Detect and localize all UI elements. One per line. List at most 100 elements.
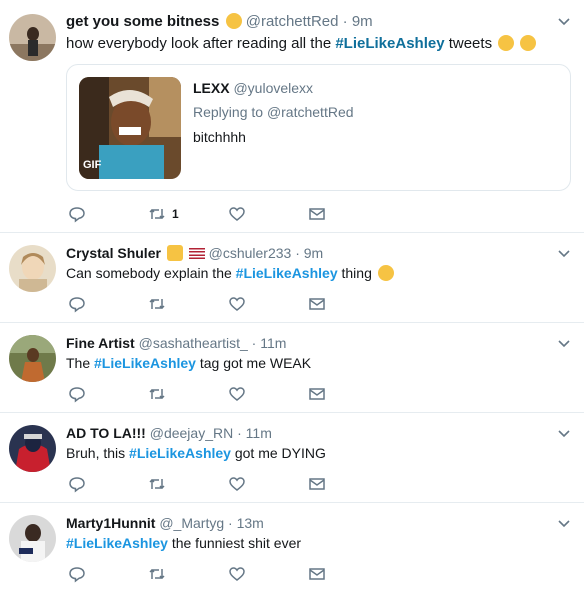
envelope-icon xyxy=(309,298,325,310)
reply-button[interactable] xyxy=(68,385,86,403)
separator-dot: · xyxy=(342,13,348,30)
user-handle[interactable]: @_Martyg xyxy=(159,515,224,531)
retweet-icon xyxy=(149,568,165,580)
direct-message-button[interactable] xyxy=(308,205,326,223)
avatar[interactable] xyxy=(9,14,56,61)
user-handle[interactable]: @cshuler233 xyxy=(209,245,292,261)
retweet-button[interactable]: 1 xyxy=(148,205,179,223)
tweet[interactable]: Fine Artist @sashatheartist_ · 11m The #… xyxy=(0,323,584,413)
avatar[interactable] xyxy=(9,335,56,382)
display-name[interactable]: Marty1Hunnit xyxy=(66,515,155,531)
tweet[interactable]: Crystal Shuler @cshuler233 · 9m Can some… xyxy=(0,233,584,323)
quoted-tweet-header: LEXX @yulovelexx xyxy=(193,80,313,96)
envelope-icon xyxy=(309,478,325,490)
like-button[interactable] xyxy=(228,385,246,403)
quoted-tweet[interactable]: GIF LEXX @yulovelexx Replying to @ratche… xyxy=(66,64,571,191)
tweet[interactable]: get you some bitness @ratchettRed · 9m h… xyxy=(0,0,584,233)
tweet[interactable]: AD TO LA!!! @deejay_RN · 11m Bruh, this … xyxy=(0,413,584,503)
tweet-text-part: Bruh, this xyxy=(66,445,130,461)
tweet-text-part: how everybody look after reading all the xyxy=(66,35,336,52)
retweet-icon xyxy=(149,478,165,490)
tweet-text-part: the funniest shit ever xyxy=(167,535,302,551)
chevron-down-icon[interactable] xyxy=(558,250,570,262)
display-name[interactable]: Crystal Shuler xyxy=(66,245,161,261)
timestamp[interactable]: 9m xyxy=(352,13,373,30)
timestamp[interactable]: 13m xyxy=(237,515,264,531)
user-handle[interactable]: @sashatheartist_ xyxy=(139,335,248,351)
reply-icon xyxy=(69,297,85,313)
hashtag-link[interactable]: #LieLikeAshley xyxy=(236,265,338,281)
retweet-button[interactable] xyxy=(148,385,166,403)
reply-icon xyxy=(69,207,85,223)
gif-thumbnail[interactable]: GIF xyxy=(79,77,181,179)
hashtag-link[interactable]: #LieLikeAshley xyxy=(66,535,168,551)
tweet-text: Can somebody explain the #LieLikeAshley … xyxy=(66,265,394,281)
user-handle[interactable]: @deejay_RN xyxy=(150,425,233,441)
chevron-down-icon[interactable] xyxy=(558,430,570,442)
display-name[interactable]: Fine Artist xyxy=(66,335,135,351)
tweet-text-part: tag got me WEAK xyxy=(195,355,312,371)
crying-face-emoji-icon xyxy=(498,35,515,51)
like-button[interactable] xyxy=(228,205,246,223)
hashtag-link[interactable]: #LieLikeAshley xyxy=(129,445,231,461)
avatar[interactable] xyxy=(9,515,56,562)
reply-button[interactable] xyxy=(68,295,86,313)
envelope-icon xyxy=(309,568,325,580)
timestamp[interactable]: 9m xyxy=(304,245,323,261)
reply-button[interactable] xyxy=(68,475,86,493)
retweet-button[interactable] xyxy=(148,475,166,493)
timestamp[interactable]: 11m xyxy=(260,335,286,351)
envelope-icon xyxy=(309,208,325,220)
heart-icon xyxy=(229,387,245,401)
retweet-button[interactable] xyxy=(148,295,166,313)
chevron-down-icon[interactable] xyxy=(558,340,570,352)
tweet-header: Crystal Shuler @cshuler233 · 9m xyxy=(66,245,323,261)
direct-message-button[interactable] xyxy=(308,565,326,583)
gif-badge: GIF xyxy=(83,159,102,171)
display-name[interactable]: get you some bitness xyxy=(66,13,219,30)
direct-message-button[interactable] xyxy=(308,385,326,403)
direct-message-button[interactable] xyxy=(308,295,326,313)
like-button[interactable] xyxy=(228,295,246,313)
reply-button[interactable] xyxy=(68,565,86,583)
chevron-down-icon[interactable] xyxy=(558,520,570,532)
relieved-face-emoji-icon xyxy=(225,13,242,29)
us-flag-icon xyxy=(188,248,205,259)
tweet-text-part: Can somebody explain the xyxy=(66,265,236,281)
tweet-header: Fine Artist @sashatheartist_ · 11m xyxy=(66,335,286,351)
retweet-button[interactable] xyxy=(148,565,166,583)
tweet-actions: 1 xyxy=(68,205,368,223)
tears-of-joy-emoji-icon xyxy=(520,35,537,51)
hashtag-link[interactable]: #LieLikeAshley xyxy=(94,355,196,371)
retweet-icon xyxy=(149,208,165,220)
retweet-icon xyxy=(149,388,165,400)
reply-button[interactable] xyxy=(68,205,86,223)
retweet-icon xyxy=(149,298,165,310)
tweet-text: how everybody look after reading all the… xyxy=(66,35,537,52)
heart-icon xyxy=(229,207,245,221)
avatar[interactable] xyxy=(9,245,56,292)
reply-icon xyxy=(69,477,85,493)
envelope-icon xyxy=(309,388,325,400)
quoted-user-handle[interactable]: @yulovelexx xyxy=(233,80,313,96)
like-button[interactable] xyxy=(228,475,246,493)
timestamp[interactable]: 11m xyxy=(246,425,272,441)
tweet-header: AD TO LA!!! @deejay_RN · 11m xyxy=(66,425,272,441)
chevron-down-icon[interactable] xyxy=(558,18,570,30)
hashtag-link[interactable]: #LieLikeAshley xyxy=(335,35,444,52)
display-name[interactable]: AD TO LA!!! xyxy=(66,425,146,441)
replying-to-label: Replying to xyxy=(193,104,267,120)
like-button[interactable] xyxy=(228,565,246,583)
user-handle[interactable]: @ratchettRed xyxy=(246,13,339,30)
tweet-text: Bruh, this #LieLikeAshley got me DYING xyxy=(66,445,326,461)
replying-to-handle[interactable]: @ratchettRed xyxy=(267,104,354,120)
tweet[interactable]: Marty1Hunnit @_Martyg · 13m #LieLikeAshl… xyxy=(0,503,584,598)
tweet-actions xyxy=(68,385,368,403)
direct-message-button[interactable] xyxy=(308,475,326,493)
quoted-display-name[interactable]: LEXX xyxy=(193,80,230,96)
tweet-text-part: tweets xyxy=(444,35,493,52)
reply-icon xyxy=(69,567,85,583)
reply-icon xyxy=(69,387,85,403)
heart-icon xyxy=(229,297,245,311)
avatar[interactable] xyxy=(9,425,56,472)
